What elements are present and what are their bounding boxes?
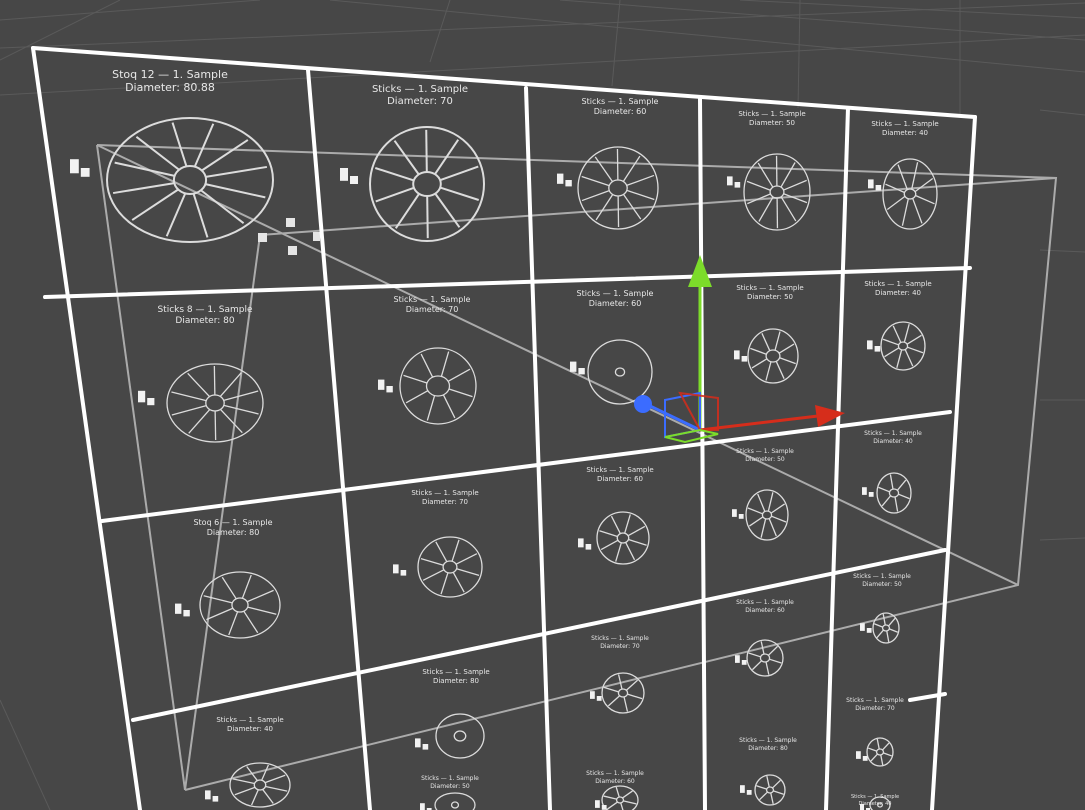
cell-subtitle: Diameter: 70 xyxy=(387,96,453,107)
cell-subtitle: Diameter: 60 xyxy=(745,607,785,614)
cell-subtitle: Diameter: 60 xyxy=(589,299,642,308)
cell-subtitle: Diameter: 80 xyxy=(748,745,788,752)
cell-subtitle: Diameter: 60 xyxy=(594,107,647,116)
cell-subtitle: Diameter: 50 xyxy=(745,456,785,463)
cell-title: Stoq 6 — 1. Sample xyxy=(193,518,272,527)
cell-title: Sticks — 1. Sample xyxy=(739,737,797,744)
cell-title: Sticks — 1. Sample xyxy=(736,284,803,292)
cell-subtitle: Diameter: 50 xyxy=(862,581,902,588)
scene-viewport[interactable]: Stoq 12 — 1. SampleDiameter: 80.88 Sticks… xyxy=(0,0,1085,810)
cell-subtitle: Diameter: 70 xyxy=(600,643,640,650)
cell-title: Sticks — 1. Sample xyxy=(853,573,911,580)
cell-subtitle: Diameter: 70 xyxy=(406,305,459,314)
cell-title: Sticks — 1. Sample xyxy=(586,466,653,474)
cell-title: Stoq 12 — 1. Sample xyxy=(112,68,228,81)
cell-subtitle: Diameter: 70 xyxy=(855,705,895,712)
cell-subtitle: Diameter: 60 xyxy=(597,475,643,483)
cell-subtitle: Diameter: 40 xyxy=(873,438,913,445)
cell-subtitle: Diameter: 50 xyxy=(747,293,793,301)
cell-title: Sticks — 1. Sample xyxy=(864,430,922,437)
cell-title: Sticks — 1. Sample xyxy=(216,716,283,724)
cell-title: Sticks — 1. Sample xyxy=(422,668,489,676)
cell-title: Sticks — 1. Sample xyxy=(871,120,938,128)
cell-subtitle: Diameter: 40 xyxy=(875,289,921,297)
cell-title: Sticks — 1. Sample xyxy=(582,97,659,106)
cell-subtitle: Diameter: 60 xyxy=(595,778,635,785)
cell-title: Sticks — 1. Sample xyxy=(738,110,805,118)
cell-title: Sticks 8 — 1. Sample xyxy=(157,305,253,315)
cell-title: Sticks — 1. Sample xyxy=(736,599,794,606)
cell-title: Sticks — 1. Sample xyxy=(736,448,794,455)
cell-subtitle: Diameter: 50 xyxy=(430,783,470,790)
cell-title: Sticks — 1. Sample xyxy=(846,697,904,704)
cell-title: Sticks — 1. Sample xyxy=(864,280,931,288)
cell-title: Sticks — 1. Sample xyxy=(411,489,478,497)
cell-subtitle: Diameter: 80 xyxy=(433,677,479,685)
cell-title: Sticks — 1. Sample xyxy=(591,635,649,642)
cell-subtitle: Diameter: 80 xyxy=(175,316,234,326)
cell-subtitle: Diameter: 70 xyxy=(422,498,468,506)
cell-title: Sticks — 1. Sample xyxy=(372,84,468,95)
cell-title: Sticks — 1. Sample xyxy=(421,775,479,782)
cell-title: Sticks — 1. Sample xyxy=(577,289,654,298)
cell-subtitle: Diameter: 40 xyxy=(227,725,273,733)
cell-title: Sticks — 1. Sample xyxy=(586,770,644,777)
cell-subtitle: Diameter: 50 xyxy=(749,119,795,127)
cell-title: Sticks — 1. Sample xyxy=(394,295,471,304)
cell-title: Sticks — 1. Sample xyxy=(851,794,899,800)
cell-subtitle: Diameter: 40 xyxy=(882,129,928,137)
cell-subtitle: Diameter: 80 xyxy=(207,528,260,537)
cell-subtitle: Diameter: 80.88 xyxy=(125,81,215,94)
